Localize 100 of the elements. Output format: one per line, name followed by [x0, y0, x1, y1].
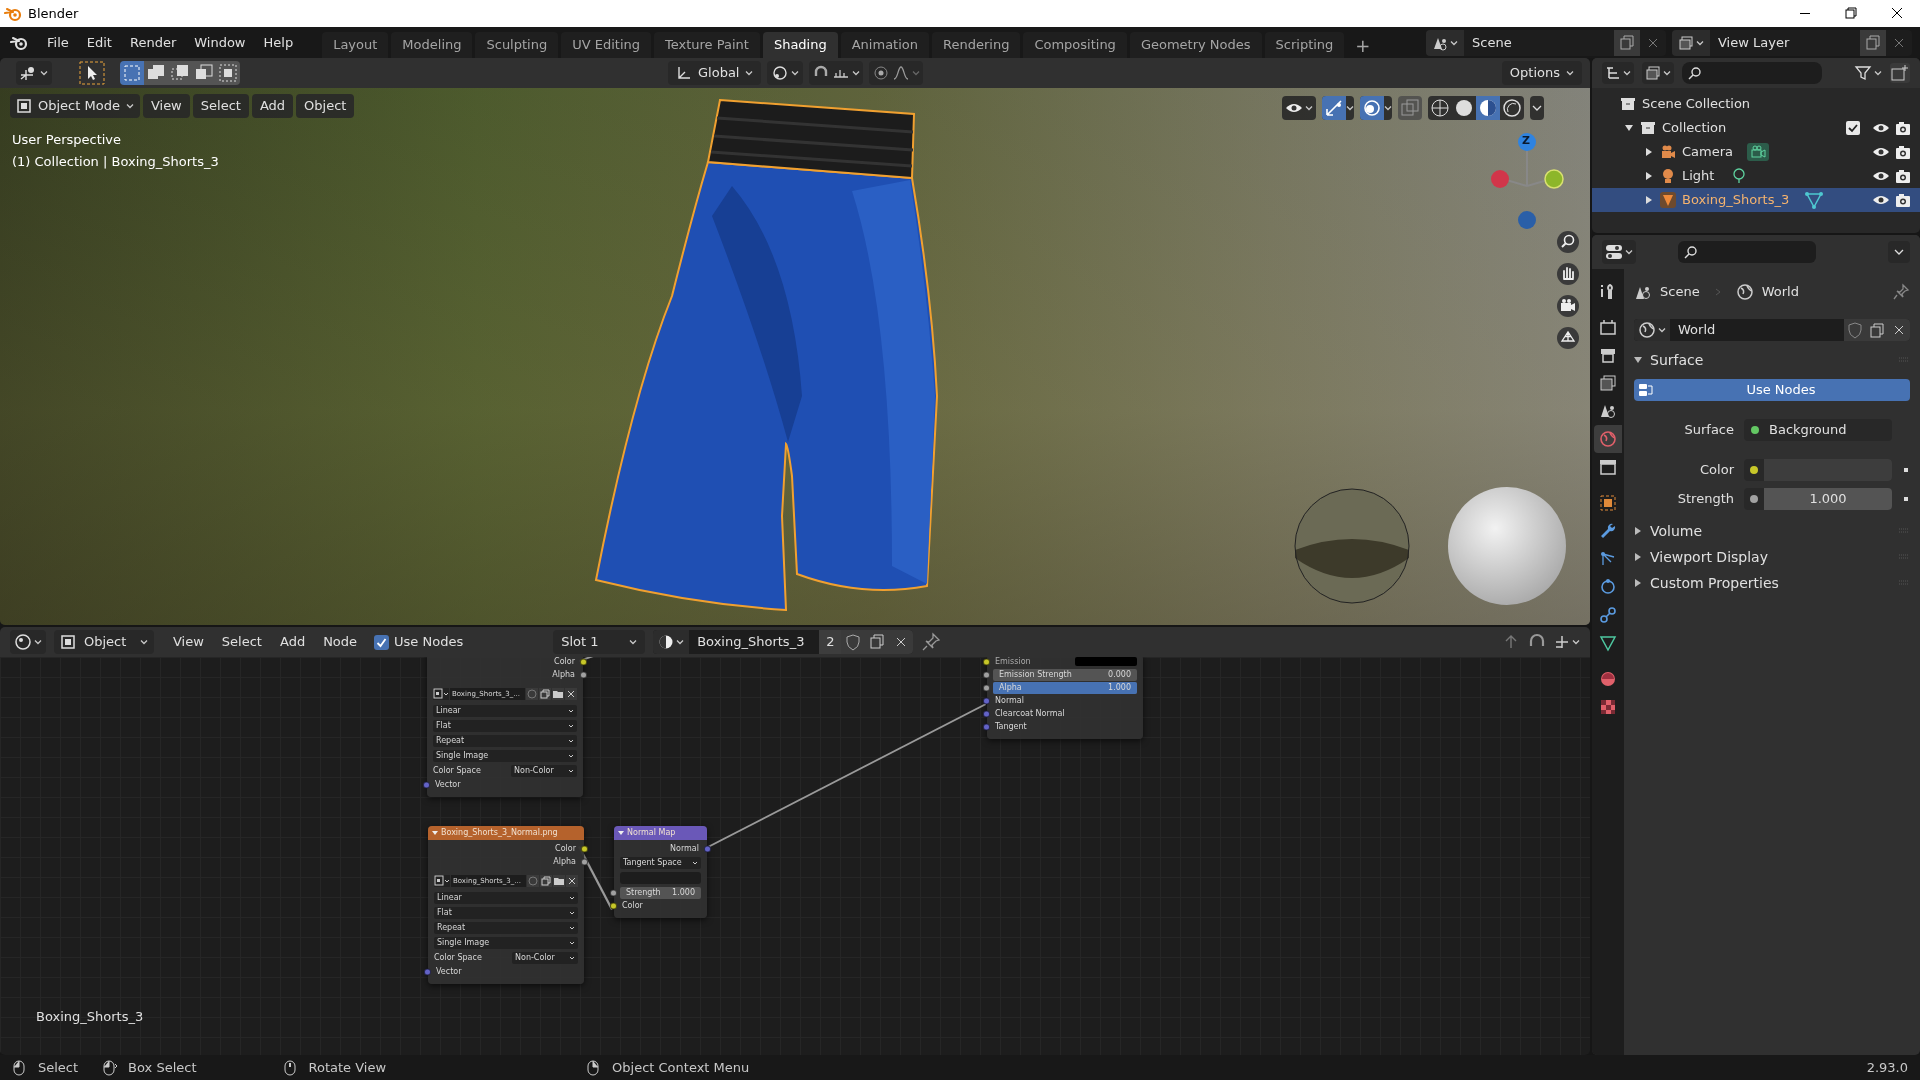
overlays-toggle[interactable] — [1360, 96, 1392, 120]
grid-icon[interactable] — [1556, 326, 1580, 350]
breadcrumb-item[interactable]: Scene — [1660, 282, 1700, 302]
render-camera-icon[interactable] — [1894, 168, 1912, 184]
checkbox[interactable] — [1846, 121, 1860, 135]
menu-item[interactable]: Object — [296, 94, 355, 118]
node-slider[interactable]: Alpha 1.000 — [993, 681, 1137, 694]
wireframe-shading-icon[interactable] — [1428, 96, 1452, 120]
use-nodes-button[interactable]: Use Nodes — [1634, 379, 1910, 401]
node-dropdown[interactable]: Repeat — [434, 921, 578, 934]
breadcrumb-item[interactable]: World — [1761, 282, 1799, 302]
hand-icon[interactable] — [1556, 262, 1580, 286]
node-number-field[interactable]: Strength 1.000 — [620, 886, 701, 899]
panel-header[interactable]: Custom Properties — [1634, 570, 1910, 596]
menu-item[interactable]: Select — [212, 632, 271, 652]
node-dropdown[interactable]: Linear — [434, 891, 578, 904]
collapsed-arrow-icon[interactable] — [1644, 147, 1654, 157]
shader-type-dropdown[interactable]: Object — [54, 630, 154, 654]
menu-item[interactable]: Node — [314, 632, 367, 652]
duplicate-icon[interactable] — [539, 688, 551, 700]
search-field[interactable] — [1682, 62, 1822, 84]
add-workspace-button[interactable]: + — [1347, 32, 1379, 58]
menu-item[interactable]: View — [142, 94, 190, 118]
workspace-tab[interactable]: Animation — [840, 32, 929, 58]
menu-item[interactable]: Add — [270, 632, 315, 652]
selection-mode-icon[interactable] — [144, 61, 168, 85]
outliner-row[interactable]: Scene Collection — [1592, 92, 1920, 116]
outliner-row[interactable]: Collection — [1592, 116, 1920, 140]
material-browse-button[interactable] — [653, 630, 690, 654]
socket[interactable] — [581, 858, 588, 865]
editor-type-button[interactable] — [10, 630, 46, 654]
world-browse-button[interactable] — [1634, 319, 1670, 341]
camera-icon[interactable] — [1556, 294, 1580, 318]
socket[interactable] — [580, 658, 587, 665]
selection-mode-icon[interactable] — [216, 61, 240, 85]
eye-icon[interactable] — [1872, 169, 1890, 183]
snap-target-dropdown[interactable] — [1553, 633, 1580, 651]
close-icon[interactable] — [565, 688, 577, 700]
socket[interactable] — [983, 684, 990, 691]
datablock-type-button[interactable] — [1672, 30, 1710, 56]
workspace-tab[interactable]: Geometry Nodes — [1129, 32, 1262, 58]
workspace-tab[interactable]: Sculpting — [475, 32, 559, 58]
expanded-arrow-icon[interactable] — [1624, 123, 1634, 133]
visibility-dropdown[interactable] — [1282, 96, 1316, 120]
workspace-tab[interactable]: Modeling — [391, 32, 473, 58]
eye-icon[interactable] — [1872, 145, 1890, 159]
node-dropdown[interactable]: Flat — [434, 906, 578, 919]
shader-link-dropdown[interactable]: Background — [1744, 419, 1892, 441]
editor-type-button[interactable] — [1602, 62, 1634, 84]
eye-icon[interactable] — [1872, 121, 1890, 135]
rendered-shading-icon[interactable] — [1500, 96, 1524, 120]
select-tool-icon[interactable] — [78, 60, 106, 86]
node-dropdown[interactable]: Single Image — [434, 936, 578, 949]
menu-item[interactable]: Help — [254, 29, 303, 56]
workspace-tab[interactable]: Scripting — [1264, 32, 1345, 58]
selection-mode-icon[interactable] — [120, 61, 144, 85]
node-dropdown[interactable]: Flat — [433, 719, 577, 732]
slot-dropdown[interactable]: Slot 1 — [553, 630, 646, 654]
proportional-editing-controls[interactable] — [869, 61, 924, 85]
pivot-point-dropdown[interactable] — [767, 61, 804, 85]
mode-dropdown[interactable]: Object Mode — [10, 94, 140, 118]
close-icon[interactable] — [1888, 319, 1910, 341]
menu-item[interactable]: Select — [192, 94, 249, 118]
user-count[interactable]: 2 — [819, 630, 842, 654]
use-nodes-checkbox[interactable]: Use Nodes — [374, 632, 464, 652]
duplicate-icon[interactable] — [540, 875, 552, 887]
node-number-field[interactable]: Emission Strength 0.000 — [993, 668, 1137, 681]
render-camera-icon[interactable] — [1894, 144, 1912, 160]
display-mode-dropdown[interactable] — [1642, 62, 1674, 84]
outliner-row[interactable]: Light — [1592, 164, 1920, 188]
image-browse-icon[interactable] — [434, 875, 450, 887]
fake-user-icon[interactable] — [527, 875, 539, 887]
node-dropdown[interactable]: Non-Color — [511, 764, 577, 777]
outliner-row[interactable]: Boxing_Shorts_3 — [1592, 188, 1920, 212]
pin-icon[interactable] — [921, 632, 942, 652]
material-name-field[interactable]: Boxing_Shorts_3 — [689, 632, 820, 652]
snapping-controls[interactable] — [809, 61, 864, 85]
pin-icon[interactable] — [1892, 283, 1910, 301]
node-dropdown[interactable]: Single Image — [433, 749, 577, 762]
editor-type-button[interactable] — [16, 61, 52, 85]
render-camera-icon[interactable] — [1894, 192, 1912, 208]
workspace-tab[interactable]: Layout — [322, 32, 389, 58]
socket[interactable] — [610, 902, 617, 909]
socket[interactable] — [581, 845, 588, 852]
zoom-icon[interactable] — [1556, 230, 1580, 254]
menu-item[interactable]: Edit — [77, 29, 121, 56]
selection-mode-icon[interactable] — [192, 61, 216, 85]
camera-data-icon[interactable] — [1747, 143, 1770, 161]
close-icon[interactable] — [566, 875, 578, 887]
workspace-tab[interactable]: Shading — [762, 32, 838, 58]
socket[interactable] — [610, 889, 617, 896]
workspace-tab[interactable]: Rendering — [932, 32, 1021, 58]
panel-header[interactable]: Surface — [1634, 347, 1910, 373]
menu-item[interactable]: View — [164, 632, 213, 652]
number-field[interactable]: 1.000 — [1764, 488, 1892, 510]
node-dropdown[interactable]: Linear — [433, 704, 577, 717]
panel-header[interactable]: Volume — [1634, 518, 1910, 544]
node-dropdown[interactable]: Non-Color — [512, 951, 578, 964]
render-camera-icon[interactable] — [1894, 120, 1912, 136]
socket[interactable] — [983, 658, 990, 665]
